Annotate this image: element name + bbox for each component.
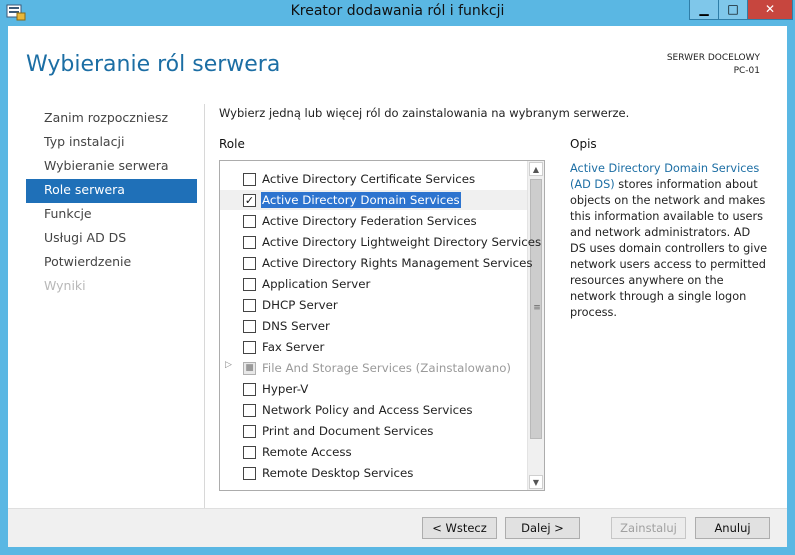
checkbox-icon[interactable] [243, 278, 256, 291]
checkbox-icon[interactable] [243, 383, 256, 396]
target-server: SERWER DOCELOWY PC-01 [667, 52, 760, 78]
role-row[interactable]: Print and Document Services [220, 421, 527, 441]
role-label: Fax Server [262, 340, 325, 354]
expand-arrow-icon[interactable]: ▷ [225, 360, 232, 370]
title-bar[interactable]: Kreator dodawania ról i funkcji ▁ □ ✕ [0, 0, 795, 26]
checkbox-icon[interactable] [243, 467, 256, 480]
checkbox-checked-icon[interactable]: ✓ [243, 194, 256, 207]
checkbox-icon[interactable] [243, 404, 256, 417]
back-button[interactable]: < Wstecz [422, 517, 497, 539]
checkbox-icon[interactable] [243, 320, 256, 333]
role-label: Active Directory Domain Services [261, 192, 461, 208]
nav-step-item[interactable]: Potwierdzenie [26, 251, 197, 275]
close-button[interactable]: ✕ [747, 0, 793, 20]
role-row[interactable]: DHCP Server [220, 295, 527, 315]
nav-step-item[interactable]: Funkcje [26, 203, 197, 227]
role-row[interactable]: Active Directory Lightweight Directory S… [220, 232, 541, 252]
role-row[interactable]: Hyper-V [220, 379, 527, 399]
checkbox-icon[interactable] [243, 236, 256, 249]
nav-step-item[interactable]: Zanim rozpoczniesz [26, 107, 197, 131]
button-bar: < Wstecz Dalej > Zainstaluj Anuluj [8, 508, 787, 547]
role-row[interactable]: Network Policy and Access Services [220, 400, 527, 420]
install-button: Zainstaluj [611, 517, 686, 539]
target-server-label: SERWER DOCELOWY [666, 53, 760, 63]
role-row[interactable]: Remote Access [220, 442, 527, 462]
scrollbar-thumb[interactable]: ≡ [530, 179, 542, 439]
role-label: File And Storage Services (Zainstalowano… [262, 361, 512, 375]
role-row[interactable]: Remote Desktop Services [220, 463, 527, 483]
checkbox-icon[interactable] [243, 341, 256, 354]
role-description-text: stores information about objects on the … [570, 178, 768, 319]
role-label: Active Directory Federation Services [262, 214, 477, 228]
nav-step-item[interactable]: Typ instalacji [26, 131, 197, 155]
window-title: Kreator dodawania ról i funkcji [290, 3, 505, 19]
checkbox-icon[interactable] [243, 215, 256, 228]
maximize-button[interactable]: □ [718, 0, 748, 20]
role-row[interactable]: ✓ Active Directory Domain Services [220, 190, 527, 210]
scroll-up-arrow-icon[interactable]: ▲ [529, 162, 543, 176]
role-label: DHCP Server [262, 298, 338, 312]
role-description: Active Directory Domain Services (AD DS)… [570, 161, 768, 321]
roles-list[interactable]: ▲ ≡ ▼ Active Directory Certificate Servi… [219, 160, 545, 491]
instruction-text: Wybierz jedną lub więcej ról do zainstal… [219, 106, 630, 120]
role-label: Hyper-V [262, 382, 309, 396]
checkbox-checked-icon: ■ [243, 362, 256, 375]
next-button[interactable]: Dalej > [505, 517, 580, 539]
target-server-value: PC-01 [733, 66, 760, 76]
role-label: Application Server [262, 277, 371, 291]
checkbox-icon[interactable] [243, 425, 256, 438]
role-row[interactable]: Active Directory Federation Services [220, 211, 527, 231]
nav-step-item[interactable]: Role serwera [26, 179, 197, 203]
role-row: ▷ ■ File And Storage Services (Zainstalowa… [220, 358, 527, 378]
scrollbar-grip-icon: ≡ [533, 303, 541, 313]
role-row[interactable]: Fax Server [220, 337, 527, 357]
nav-step-item: Wyniki [44, 278, 86, 293]
scroll-down-arrow-icon[interactable]: ▼ [529, 475, 543, 489]
wizard-window: Kreator dodawania ról i funkcji ▁ □ ✕ Wy… [0, 0, 795, 555]
cancel-button[interactable]: Anuluj [695, 517, 770, 539]
role-row[interactable]: Application Server [220, 274, 527, 294]
role-label: DNS Server [262, 319, 330, 333]
nav-step-item[interactable]: Wybieranie serwera [26, 155, 197, 179]
role-row[interactable]: Active Directory Certificate Services [220, 169, 527, 189]
role-row[interactable]: Active Directory Rights Management Servi… [220, 253, 533, 273]
wizard-step-nav: Zanim rozpoczniesz Typ instalacji Wybieran… [26, 107, 197, 299]
roles-scrollbar[interactable]: ▲ ≡ ▼ [527, 161, 544, 490]
role-label: Active Directory Certificate Services [262, 172, 476, 186]
checkbox-icon[interactable] [243, 257, 256, 270]
roles-heading: Role [219, 137, 245, 151]
wizard-content: Wybieranie ról serwera SERWER DOCELOWY P… [8, 26, 787, 547]
nav-divider [204, 104, 205, 510]
role-label: Active Directory Rights Management Servi… [262, 256, 533, 270]
checkbox-icon[interactable] [243, 446, 256, 459]
role-label: Remote Access [262, 445, 352, 459]
role-label: Network Policy and Access Services [262, 403, 473, 417]
checkbox-icon[interactable] [243, 299, 256, 312]
role-row[interactable]: DNS Server [220, 316, 527, 336]
checkbox-icon[interactable] [243, 173, 256, 186]
page-title: Wybieranie ról serwera [26, 52, 281, 77]
nav-step-item[interactable]: Usługi AD DS [26, 227, 197, 251]
role-label: Active Directory Lightweight Directory S… [262, 235, 542, 249]
minimize-button[interactable]: ▁ [689, 0, 719, 20]
role-label: Print and Document Services [262, 424, 434, 438]
description-heading: Opis [570, 137, 597, 151]
role-label: Remote Desktop Services [262, 466, 414, 480]
